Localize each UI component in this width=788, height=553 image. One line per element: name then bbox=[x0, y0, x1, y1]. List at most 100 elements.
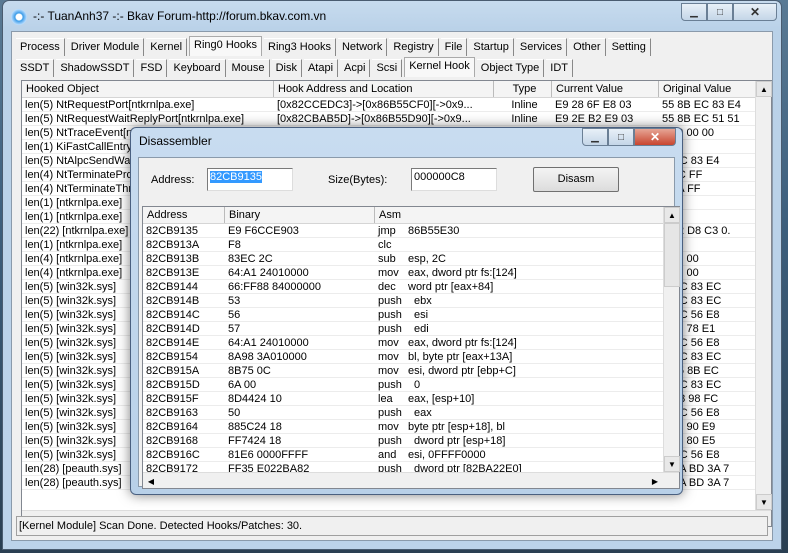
table-row[interactable]: 82CB914E 64:A1 24010000 mov eax, dword ptr … bbox=[143, 336, 679, 350]
binary-cell: 885C24 18 bbox=[228, 421, 282, 433]
dialog-title: Disassembler bbox=[139, 134, 212, 148]
binary-cell: 6A 00 bbox=[228, 379, 257, 391]
disasm-list[interactable]: Address Binary Asm 82CB9135 E9 F6CCE903 jmp 8… bbox=[142, 206, 680, 489]
dialog-maximize-button[interactable]: □ bbox=[608, 128, 634, 146]
column-header[interactable]: Asm bbox=[375, 207, 665, 223]
address-cell: 82CB914E bbox=[146, 337, 200, 349]
asm-cell: mov bl, byte ptr [eax+13A] bbox=[375, 350, 665, 363]
tab-kernel-hook[interactable]: Kernel Hook bbox=[404, 57, 475, 77]
maximize-button[interactable]: □ bbox=[707, 3, 733, 21]
hook-list-vscroll[interactable]: ▲ ▼ bbox=[755, 81, 772, 510]
table-cell: 55 8B EC 51 51 bbox=[662, 113, 740, 125]
scroll-up-icon[interactable]: ▲ bbox=[664, 207, 680, 223]
tab-disk[interactable]: Disk bbox=[271, 59, 302, 77]
address-cell: 82CB9154 bbox=[146, 351, 198, 363]
tab-ring0-hooks[interactable]: Ring0 Hooks bbox=[189, 36, 262, 56]
disasm-hscroll[interactable]: ◀ ▶ bbox=[143, 472, 679, 488]
table-row[interactable]: 82CB9168 FF7424 18 push dword ptr [esp+18] bbox=[143, 434, 679, 448]
scroll-thumb[interactable] bbox=[664, 223, 680, 287]
minimize-button[interactable]: ▁ bbox=[681, 3, 707, 21]
address-cell: 82CB913A bbox=[146, 239, 200, 251]
binary-cell: 64:A1 24010000 bbox=[228, 337, 309, 349]
asm-opcode: mov bbox=[378, 351, 399, 363]
table-row[interactable]: 82CB915F 8D4424 10 lea eax, [esp+10] bbox=[143, 392, 679, 406]
table-row[interactable]: 82CB9144 66:FF88 84000000 dec word ptr [eax… bbox=[143, 280, 679, 294]
table-row[interactable]: 82CB914D 57 push edi bbox=[143, 322, 679, 336]
tab-network[interactable]: Network bbox=[337, 38, 388, 56]
tab-idt[interactable]: IDT bbox=[546, 59, 573, 77]
tab-kernel[interactable]: Kernel bbox=[146, 38, 188, 56]
asm-cell: push ebx bbox=[375, 294, 665, 307]
table-row[interactable]: 82CB9164 885C24 18 mov byte ptr [esp+18], b… bbox=[143, 420, 679, 434]
column-header[interactable]: Type bbox=[494, 81, 552, 97]
scroll-up-icon[interactable]: ▲ bbox=[756, 81, 772, 97]
tab-services[interactable]: Services bbox=[515, 38, 568, 56]
address-input[interactable]: 82CB9135 bbox=[207, 168, 293, 191]
table-row[interactable]: 82CB9163 50 push eax bbox=[143, 406, 679, 420]
tab-object-type[interactable]: Object Type bbox=[476, 59, 545, 77]
column-header[interactable]: Current Value bbox=[552, 81, 659, 97]
disasm-button[interactable]: Disasm bbox=[533, 167, 619, 192]
asm-operand: esi, 0FFFF0000 bbox=[408, 449, 486, 461]
tab-other[interactable]: Other bbox=[569, 38, 606, 56]
close-button[interactable]: ✕ bbox=[733, 3, 777, 21]
scroll-down-icon[interactable]: ▼ bbox=[756, 494, 772, 510]
tab-mouse[interactable]: Mouse bbox=[227, 59, 270, 77]
scroll-left-icon[interactable]: ◀ bbox=[143, 473, 159, 489]
window-title: -:- TuanAnh37 -:- Bkav Forum-http://foru… bbox=[33, 9, 327, 23]
asm-operand: eax bbox=[414, 407, 432, 419]
table-row[interactable]: 82CB913B 83EC 2C sub esp, 2C bbox=[143, 252, 679, 266]
table-row[interactable]: 82CB914B 53 push ebx bbox=[143, 294, 679, 308]
asm-opcode: dec bbox=[378, 281, 396, 293]
tab-keyboard[interactable]: Keyboard bbox=[169, 59, 226, 77]
title-bar[interactable]: -:- TuanAnh37 -:- Bkav Forum-http://foru… bbox=[3, 1, 781, 31]
column-header[interactable]: Original Value bbox=[659, 81, 757, 97]
asm-opcode: lea bbox=[378, 393, 393, 405]
binary-cell: 8A98 3A010000 bbox=[228, 351, 307, 363]
column-header[interactable]: Hook Address and Location bbox=[274, 81, 494, 97]
tab-setting[interactable]: Setting bbox=[607, 38, 651, 56]
table-row[interactable]: 82CB916C 81E6 0000FFFF and esi, 0FFFF0000 bbox=[143, 448, 679, 462]
table-cell: [0x82CBAB5D]->[0x86B55D90][->0x9... bbox=[277, 113, 471, 125]
address-cell: 82CB913B bbox=[146, 253, 200, 265]
tab-startup[interactable]: Startup bbox=[469, 38, 514, 56]
address-cell: 82CB914D bbox=[146, 323, 200, 335]
table-row[interactable]: 82CB915A 8B75 0C mov esi, dword ptr [ebp+C] bbox=[143, 364, 679, 378]
asm-operand: edi bbox=[414, 323, 429, 335]
tab-driver-module[interactable]: Driver Module bbox=[66, 38, 145, 56]
table-row[interactable]: 82CB9154 8A98 3A010000 mov bl, byte ptr [ea… bbox=[143, 350, 679, 364]
binary-cell: F8 bbox=[228, 239, 241, 251]
table-row[interactable]: 82CB9135 E9 F6CCE903 jmp 86B55E30 bbox=[143, 224, 679, 238]
asm-operand: esp, 2C bbox=[408, 253, 446, 265]
disasm-vscroll[interactable]: ▲ ▼ bbox=[663, 207, 680, 472]
table-row[interactable]: 82CB913E 64:A1 24010000 mov eax, dword ptr … bbox=[143, 266, 679, 280]
binary-cell: 81E6 0000FFFF bbox=[228, 449, 309, 461]
table-row[interactable]: 82CB914C 56 push esi bbox=[143, 308, 679, 322]
status-bar: [Kernel Module] Scan Done. Detected Hook… bbox=[16, 516, 768, 536]
size-input[interactable]: 000000C8 bbox=[411, 168, 497, 191]
column-header[interactable]: Hooked Object bbox=[22, 81, 274, 97]
asm-operand: 0 bbox=[414, 379, 421, 391]
column-header[interactable]: Binary bbox=[225, 207, 375, 223]
tab-scsi[interactable]: Scsi bbox=[372, 59, 403, 77]
tab-ssdt[interactable]: SSDT bbox=[16, 59, 55, 77]
tab-shadowssdt[interactable]: ShadowSSDT bbox=[56, 59, 135, 77]
scroll-right-icon[interactable]: ▶ bbox=[647, 473, 663, 489]
scroll-down-icon[interactable]: ▼ bbox=[664, 456, 680, 472]
dialog-minimize-button[interactable]: ▁ bbox=[582, 128, 608, 146]
tab-atapi[interactable]: Atapi bbox=[303, 59, 339, 77]
asm-cell: push dword ptr [esp+18] bbox=[375, 434, 665, 447]
table-row[interactable]: 82CB915D 6A 00 push 0 bbox=[143, 378, 679, 392]
table-row[interactable]: 82CB913A F8 clc bbox=[143, 238, 679, 252]
dialog-close-button[interactable]: ✕ bbox=[634, 128, 676, 146]
tab-file[interactable]: File bbox=[440, 38, 468, 56]
tab-process[interactable]: Process bbox=[16, 38, 65, 56]
table-row[interactable]: len(5) NtRequestWaitReplyPort[ntkrnlpa.e… bbox=[22, 112, 771, 126]
tab-registry[interactable]: Registry bbox=[389, 38, 439, 56]
dialog-controls: ▁ □ ✕ bbox=[582, 128, 676, 146]
tab-acpi[interactable]: Acpi bbox=[340, 59, 371, 77]
tab-fsd[interactable]: FSD bbox=[136, 59, 168, 77]
tab-ring3-hooks[interactable]: Ring3 Hooks bbox=[264, 38, 336, 56]
table-row[interactable]: len(5) NtRequestPort[ntkrnlpa.exe] [0x82C… bbox=[22, 98, 771, 112]
column-header[interactable]: Address bbox=[143, 207, 225, 223]
